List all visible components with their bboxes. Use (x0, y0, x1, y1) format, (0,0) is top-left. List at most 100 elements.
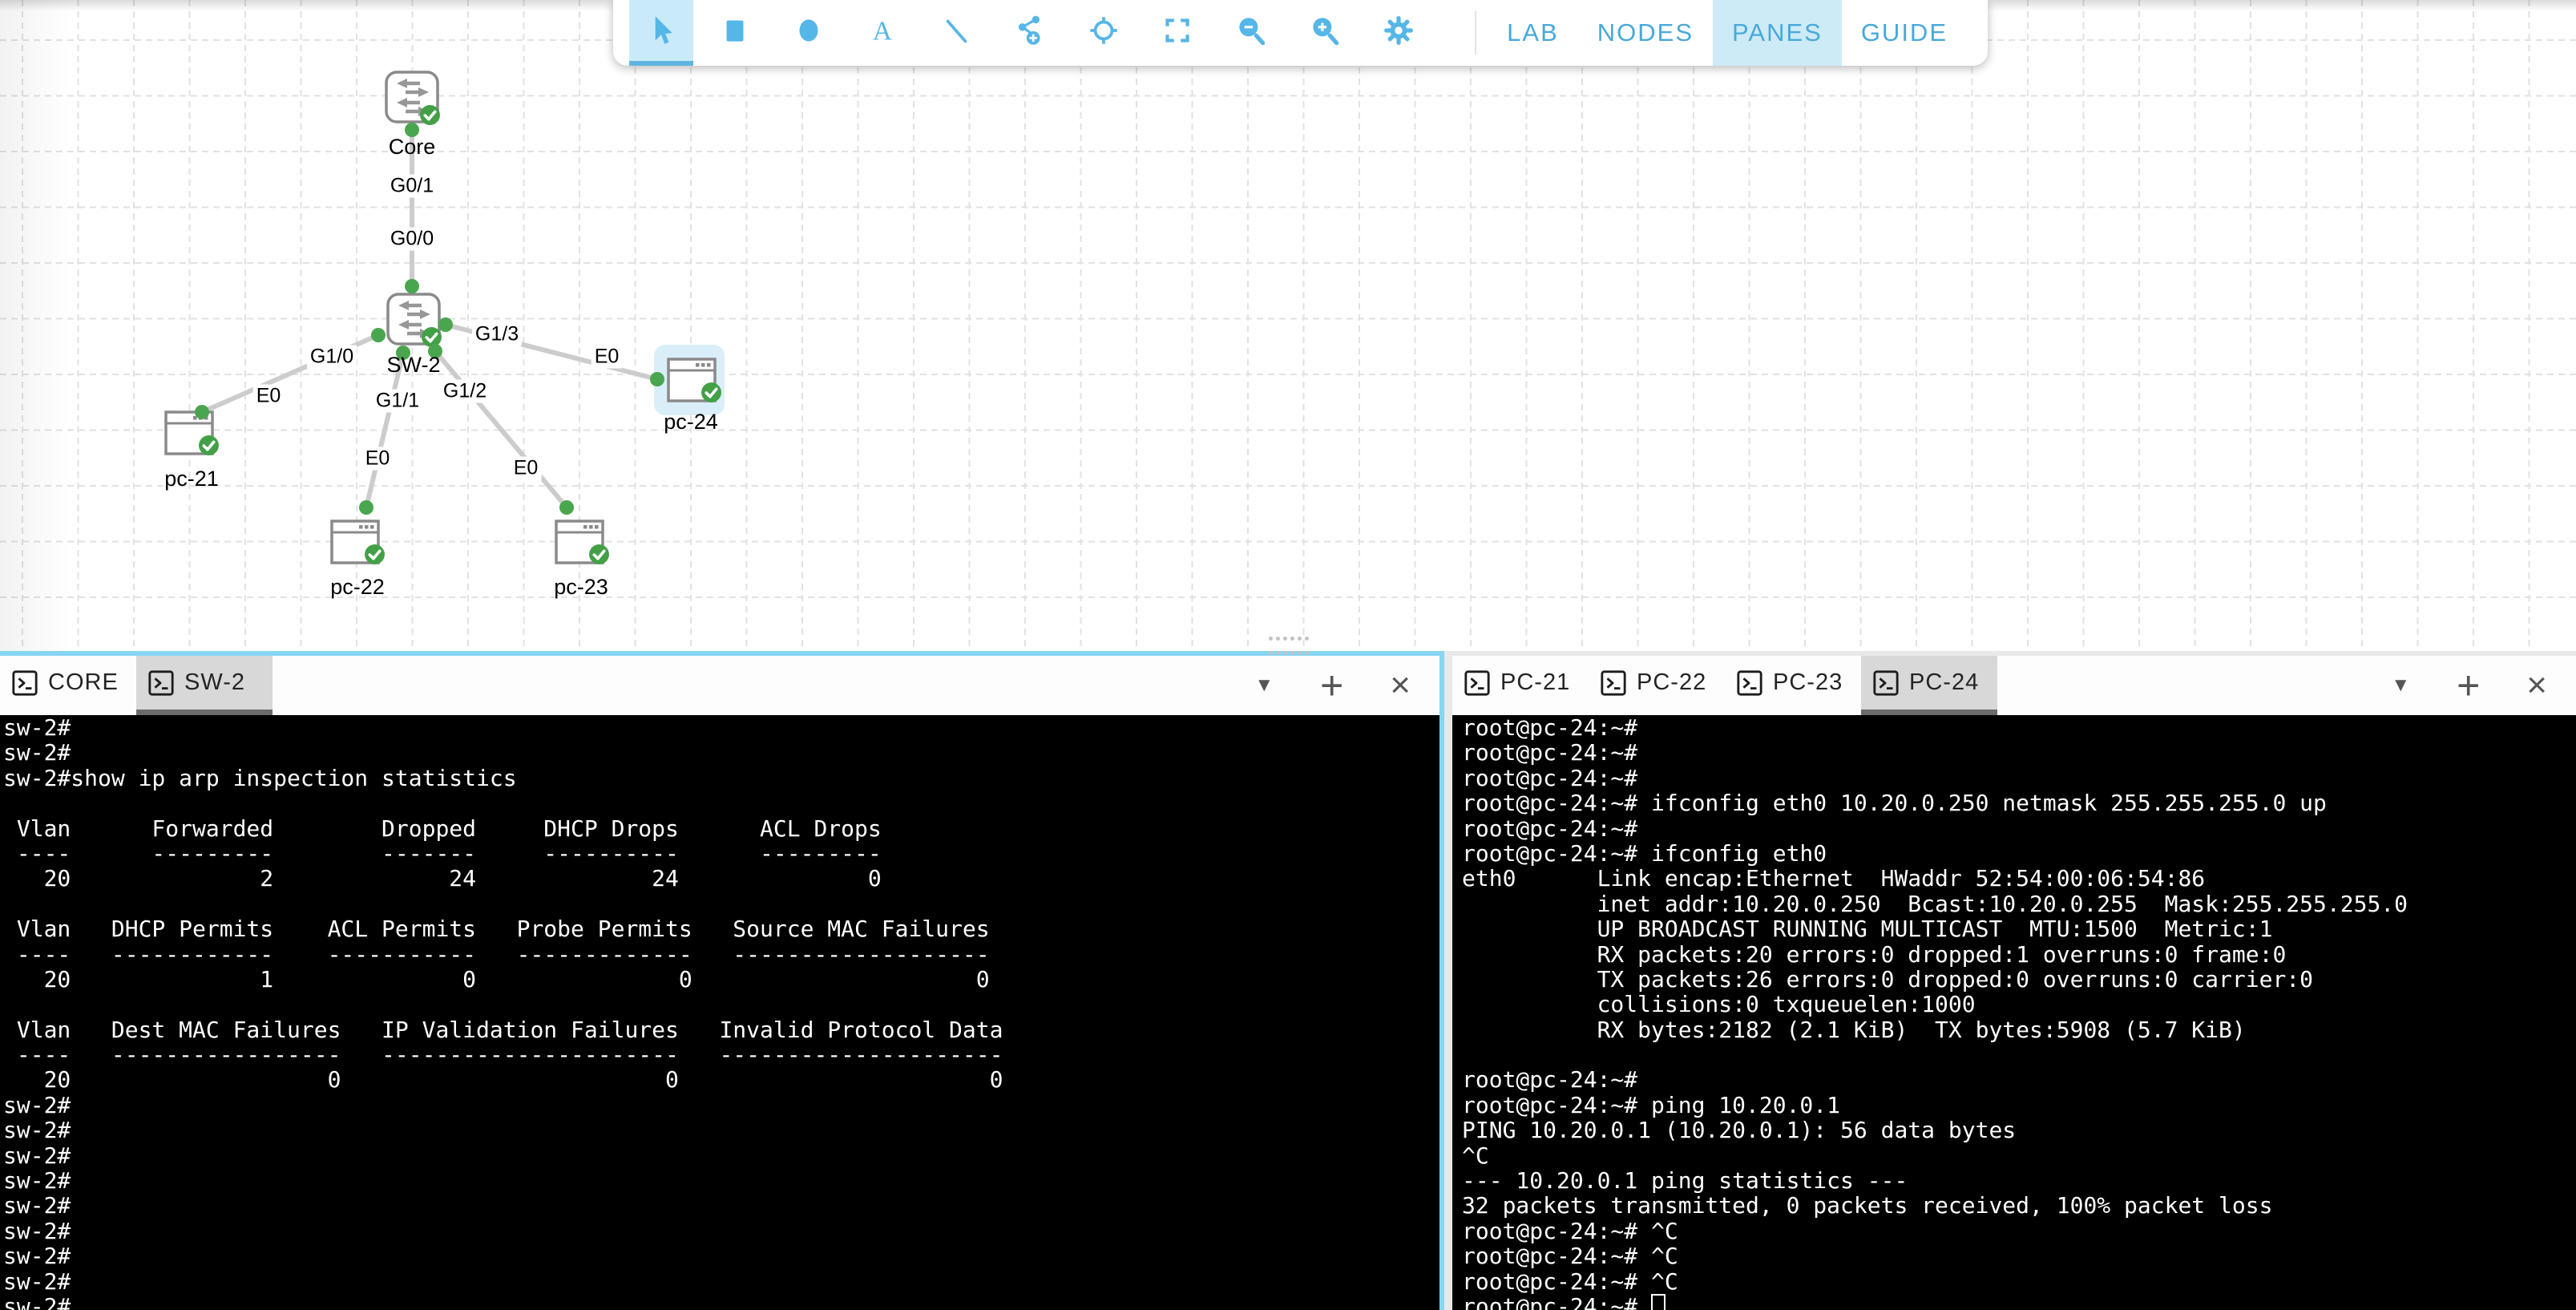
console-tab-label: PC-21 (1500, 669, 1570, 696)
terminal-line: PING 10.20.0.1 (10.20.0.1): 56 data byte… (1462, 1118, 2576, 1142)
terminal-line: root@pc-24:~# ifconfig eth0 (1462, 841, 2576, 866)
terminal-line: root@pc-24:~# ^C (1462, 1219, 2576, 1243)
add-link-tool-button[interactable] (998, 0, 1062, 66)
ellipse-icon (790, 12, 827, 49)
node-pc-24[interactable] (667, 358, 717, 402)
terminal-line: sw-2# (3, 1093, 1439, 1118)
terminal-line: eth0 Link encap:Ethernet HWaddr 52:54:00… (1462, 866, 2576, 891)
close-pane-button[interactable]: × (1390, 668, 1411, 703)
terminal-icon (1872, 669, 1900, 697)
settings-tool-button[interactable] (1367, 0, 1431, 66)
console-pane-pcs: PC-21PC-22PC-23PC-24 ▼+× root@pc-24:~#ro… (1452, 651, 2576, 1310)
rectangle-tool-button[interactable] (703, 0, 767, 66)
node-pc-22[interactable] (330, 520, 380, 564)
line-icon (938, 12, 975, 49)
console-tab-core[interactable]: CORE (0, 656, 136, 715)
canvas-toolbar: A LABNODESPANESGUIDE (613, 0, 1988, 66)
terminal-line: inet addr:10.20.0.250 Bcast:10.20.0.255 … (1462, 892, 2576, 916)
status-ok-badge (421, 326, 442, 348)
terminal-output-sw2[interactable]: sw-2#sw-2#sw-2#show ip arp inspection st… (0, 715, 1439, 1310)
terminal-output-pc24[interactable]: root@pc-24:~#root@pc-24:~#root@pc-24:~#r… (1452, 715, 2576, 1310)
mode-tab-guide[interactable]: GUIDE (1842, 0, 1967, 66)
console-tab-pc-23[interactable]: PC-23 (1725, 656, 1861, 715)
crosshair-tool-button[interactable] (1072, 0, 1136, 66)
port-label: G0/0 (387, 228, 437, 251)
terminal-line: sw-2# (3, 1269, 1439, 1294)
network-lab-workspace: CoreSW-2pc-21pc-22pc-23pc-24G0/1G0/0G1/0… (0, 0, 2576, 1310)
collapse-pane-button[interactable]: ▼ (2391, 676, 2410, 695)
terminal-line (3, 790, 1439, 815)
terminal-line: sw-2# (3, 1294, 1439, 1310)
pane-controls: ▼ + × (2391, 656, 2576, 715)
terminal-line: root@pc-24:~# ifconfig eth0 10.20.0.250 … (1462, 790, 2576, 815)
text-icon: A (864, 12, 901, 49)
node-label-core: Core (389, 135, 436, 160)
panes-resize-handle[interactable] (1269, 637, 1309, 655)
terminal-line: root@pc-24:~# ^C (1462, 1269, 2576, 1294)
console-tab-label: SW-2 (184, 669, 245, 696)
status-ok-badge (198, 435, 220, 456)
terminal-line: ^C (1462, 1143, 2576, 1168)
terminal-line: sw-2# (3, 1168, 1439, 1193)
ellipse-tool-button[interactable] (777, 0, 841, 66)
terminal-line: root@pc-24:~# (1462, 816, 2576, 841)
port-label: E0 (253, 385, 285, 408)
port-label: G0/1 (387, 175, 437, 198)
console-tab-pc-22[interactable]: PC-22 (1589, 656, 1725, 715)
terminal-line: root@pc-24:~# (1462, 766, 2576, 790)
panel-mode-tabs: LABNODESPANESGUIDE (1488, 0, 1967, 66)
terminal-line: ---- --------- ------- ---------- ------… (3, 841, 1439, 866)
terminal-line: RX bytes:2182 (2.1 KiB) TX bytes:5908 (5… (1462, 1017, 2576, 1042)
node-label-pc-21: pc-21 (164, 467, 219, 491)
topology-canvas[interactable]: CoreSW-2pc-21pc-22pc-23pc-24G0/1G0/0G1/0… (0, 0, 2576, 651)
console-tabs: CORE SW-2 (0, 656, 273, 715)
terminal-icon (147, 669, 175, 697)
new-console-button[interactable]: + (1320, 665, 1343, 706)
select-tool-button[interactable] (629, 0, 693, 66)
node-pc-23[interactable] (555, 520, 604, 564)
terminal-line: sw-2#show ip arp inspection statistics (3, 766, 1439, 790)
close-pane-button[interactable]: × (2526, 668, 2547, 703)
terminal-line: root@pc-24:~# (1462, 1294, 2576, 1310)
terminal-line: sw-2# (3, 1118, 1439, 1142)
terminal-line: 20 2 24 24 0 (3, 866, 1439, 891)
rectangle-icon (717, 12, 753, 49)
node-label-pc-24: pc-24 (664, 410, 718, 435)
console-tab-sw-2[interactable]: SW-2 (136, 656, 273, 715)
mode-tab-nodes[interactable]: NODES (1578, 0, 1713, 66)
terminal-icon (1464, 669, 1491, 697)
node-core[interactable] (385, 71, 439, 123)
zoom-out-tool-button[interactable] (1219, 0, 1283, 66)
node-pc-21[interactable] (164, 410, 214, 455)
terminal-line: sw-2# (3, 715, 1439, 740)
terminal-line: RX packets:20 errors:0 dropped:1 overrun… (1462, 942, 2576, 967)
mode-tab-lab[interactable]: LAB (1488, 0, 1578, 66)
mode-tab-panes[interactable]: PANES (1713, 0, 1842, 66)
terminal-line: sw-2# (3, 1193, 1439, 1218)
terminal-line: root@pc-24:~# ping 10.20.0.1 (1462, 1093, 2576, 1118)
svg-text:A: A (873, 17, 892, 46)
fit-screen-icon (1159, 12, 1196, 49)
console-tab-pc-21[interactable]: PC-21 (1452, 656, 1589, 715)
status-ok-badge (364, 544, 386, 565)
toolbar-divider (1475, 11, 1476, 55)
new-console-button[interactable]: + (2457, 665, 2480, 706)
crosshair-icon (1085, 12, 1122, 49)
terminal-line: sw-2# (3, 1219, 1439, 1243)
line-tool-button[interactable] (924, 0, 988, 66)
terminal-line: sw-2# (3, 1143, 1439, 1168)
console-tab-label: PC-24 (1909, 669, 1979, 696)
terminal-line: 20 1 0 0 0 (3, 967, 1439, 992)
port-label: G1/1 (373, 390, 422, 413)
port-label: E0 (362, 447, 394, 471)
port-label: G1/2 (440, 380, 490, 403)
fit-screen-tool-button[interactable] (1145, 0, 1209, 66)
terminal-line: root@pc-24:~# (1462, 740, 2576, 765)
console-tab-pc-24[interactable]: PC-24 (1861, 656, 1997, 715)
node-sw-2[interactable] (386, 293, 441, 346)
collapse-pane-button[interactable]: ▼ (1254, 676, 1274, 695)
zoom-in-tool-button[interactable] (1293, 0, 1357, 66)
status-ok-badge (419, 104, 441, 126)
text-tool-button[interactable]: A (850, 0, 915, 66)
status-ok-badge (588, 544, 610, 565)
